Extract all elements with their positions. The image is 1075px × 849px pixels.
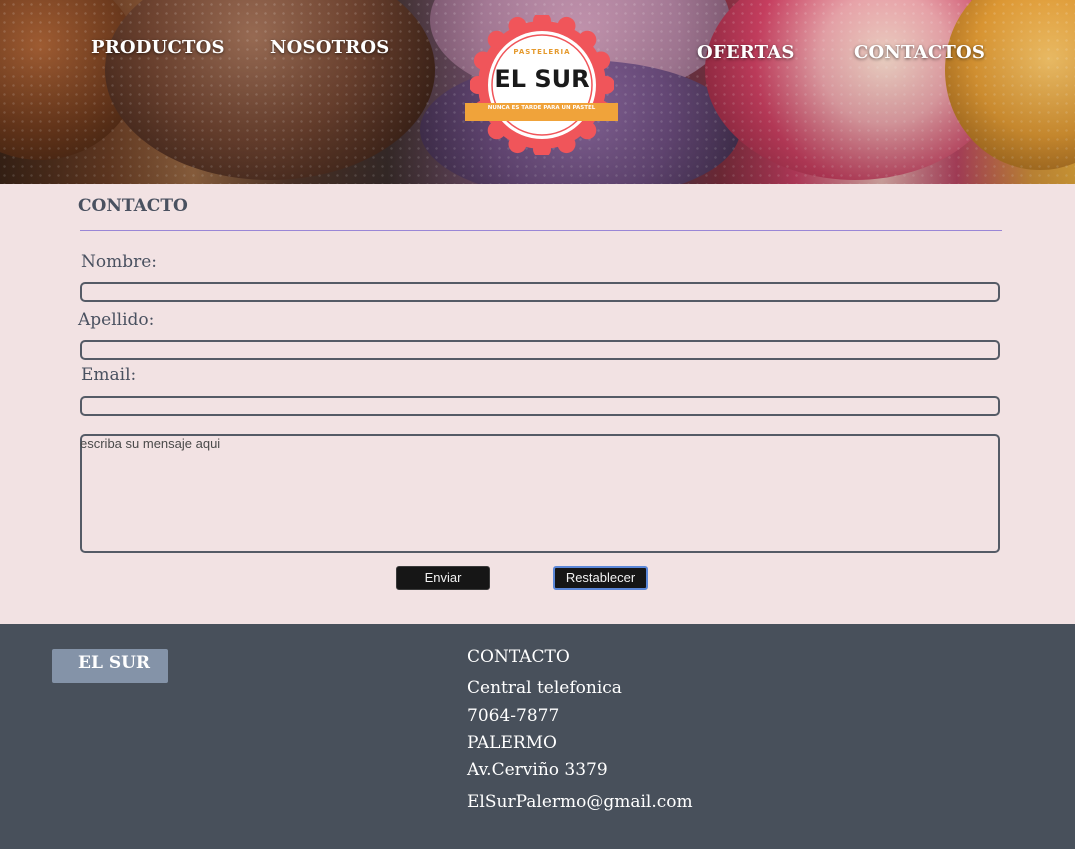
footer-brand[interactable]: EL SUR [52,649,168,683]
footer-address: Av.Cerviño 3379 [467,760,608,780]
logo[interactable]: PASTELERIA EL SUR NUNCA ES TARDE PARA UN… [465,15,618,155]
apellido-label: Apellido: [78,310,155,330]
nav-nosotros[interactable]: NOSOTROS [270,37,389,58]
email-input[interactable] [80,396,1000,416]
apellido-input[interactable] [80,340,1000,360]
nav-productos[interactable]: PRODUCTOS [91,37,225,58]
logo-subtitle: PASTELERIA [513,48,571,56]
footer-neighborhood: PALERMO [467,733,557,753]
section-title: CONTACTO [78,196,188,216]
logo-name: EL SUR [494,65,590,93]
reset-button[interactable]: Restablecer [553,566,648,590]
logo-slogan: NUNCA ES TARDE PARA UN PASTEL [465,103,618,121]
nav-contactos[interactable]: CONTACTOS [854,42,985,63]
footer-phone-label: Central telefonica [467,678,622,698]
nav-ofertas[interactable]: OFERTAS [697,42,795,63]
header-banner: PRODUCTOS NOSOTROS OFERTAS CONTACTOS PAS… [0,0,1075,184]
footer: EL SUR CONTACTO Central telefonica 7064-… [0,624,1075,849]
submit-button[interactable]: Enviar [396,566,490,590]
nombre-input[interactable] [80,282,1000,302]
footer-email: ElSurPalermo@gmail.com [467,792,693,812]
footer-phone: 7064-7877 [467,706,560,726]
footer-contact-title: CONTACTO [467,647,570,667]
divider [80,230,1002,231]
contact-form-section: CONTACTO Nombre: Apellido: Email: escrib… [0,184,1075,624]
email-label: Email: [81,365,137,385]
message-textarea[interactable] [80,434,1000,553]
message-placeholder: escriba su mensaje aqui [80,436,221,451]
nombre-label: Nombre: [81,252,158,272]
